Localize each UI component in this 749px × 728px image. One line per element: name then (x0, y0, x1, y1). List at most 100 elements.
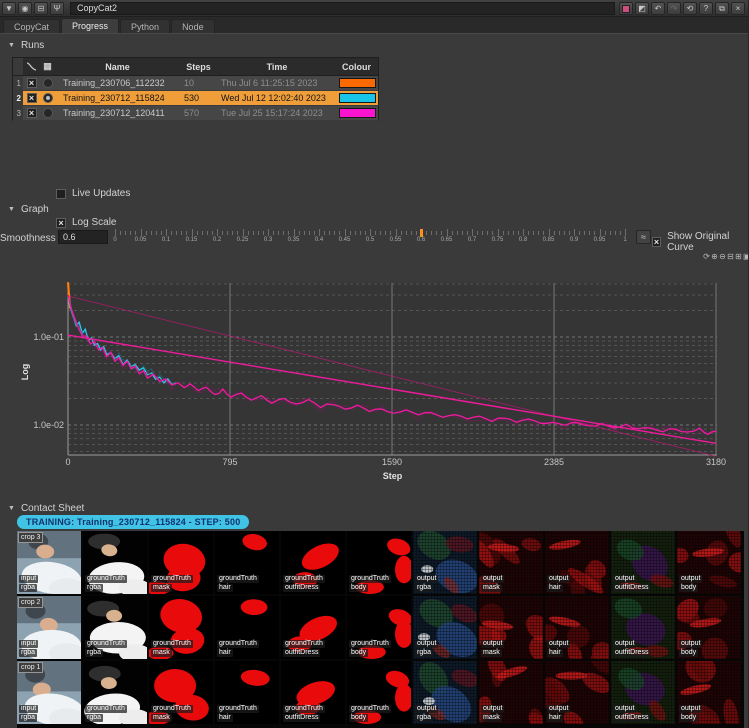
run-row-number: 1 (13, 76, 23, 90)
contact-sheet-grid: crop 3inputrgbagroundTruthrgbagroundTrut… (17, 531, 744, 728)
slider-tick (273, 231, 274, 235)
slider-tick (258, 231, 259, 235)
slider-tick (181, 231, 182, 235)
tile-channel-label: hair (217, 584, 233, 592)
sheet-tile-groundTruth-rgba: groundTruthrgba (83, 596, 147, 659)
tab-copycat[interactable]: CopyCat (3, 19, 60, 33)
node-tree-icon[interactable]: Ψ (50, 2, 64, 15)
tab-python[interactable]: Python (120, 19, 170, 33)
sheet-tile-groundTruth-outfitDress: groundTruthoutfitDress (281, 661, 345, 724)
slider-tick (192, 229, 193, 236)
revert-icon[interactable]: ⟲ (683, 2, 697, 15)
run-colour-swatch[interactable] (339, 78, 376, 88)
graph-section-header[interactable]: ▼ Graph (8, 204, 49, 215)
run-row[interactable]: 1×Training_230706_11223210Thu Jul 6 11:2… (12, 76, 379, 91)
slider-value-marker[interactable] (420, 229, 423, 237)
center-node-icon[interactable]: ◉ (18, 2, 32, 15)
sheet-tile-output-outfitDress: outputoutfitDress (611, 661, 675, 724)
sheet-tile-groundTruth-body: groundTruthbody (347, 661, 411, 724)
tile-role-label: output (679, 705, 702, 713)
dock-panel-icon[interactable]: ⊟ (34, 2, 48, 15)
zoom-out-icon[interactable]: ⊖ (719, 251, 726, 262)
contact-sheet-radio[interactable] (43, 93, 53, 103)
show-in-graph-checkbox[interactable]: × (27, 93, 37, 103)
slider-tick (457, 231, 458, 235)
tile-role-label: output (613, 705, 636, 713)
frame-all-icon[interactable]: ▣ (743, 251, 749, 262)
channels-icon[interactable]: ◩ (635, 2, 649, 15)
tile-channel-label: rgba (85, 584, 103, 592)
tile-channel-label: body (349, 714, 368, 722)
tile-role-label: groundTruth (283, 705, 325, 713)
slider-tick (283, 231, 284, 235)
run-checkbox-cell: × (23, 76, 40, 90)
run-row[interactable]: 3×Training_230712_120411570Tue Jul 25 15… (12, 106, 379, 121)
smoothness-slider[interactable]: 00.050.10.150.20.250.30.350.40.450.50.55… (110, 229, 634, 247)
column-header-name: Name (55, 58, 180, 75)
slider-tick (482, 231, 483, 235)
collapse-triangle-icon[interactable]: ▼ (8, 505, 15, 512)
slider-tick (543, 231, 544, 235)
slider-tick (370, 229, 371, 236)
node-color-swatch[interactable] (619, 2, 633, 15)
show-in-graph-checkbox[interactable]: × (27, 108, 37, 118)
sheet-tile-output-body: outputbody (677, 596, 741, 659)
slider-tick (584, 231, 585, 235)
runs-section-header[interactable]: ▼ Runs (8, 40, 44, 51)
slider-tick (334, 231, 335, 235)
show-original-curve-checkbox[interactable]: × (652, 237, 661, 247)
run-row[interactable]: 2×Training_230712_115824530Wed Jul 12 12… (12, 91, 379, 106)
fit-width-icon[interactable]: ⊟ (727, 251, 734, 262)
refresh-icon[interactable]: ⟳ (703, 251, 710, 262)
smoothness-input[interactable] (58, 230, 108, 244)
contact-sheet-radio[interactable] (43, 108, 53, 118)
slider-tick (436, 231, 437, 235)
contact-sheet-radio[interactable] (43, 78, 53, 88)
show-original-curve-label: Show Original Curve (667, 231, 748, 253)
slider-tick (299, 231, 300, 235)
show-in-graph-checkbox[interactable]: × (27, 78, 37, 88)
redo-icon[interactable]: ↷ (667, 2, 681, 15)
crop-label: crop 2 (18, 597, 43, 608)
slider-tick (222, 231, 223, 235)
slider-tick-label: 0.75 (492, 237, 504, 243)
curve-toggle-icon[interactable]: ≈ (636, 230, 651, 244)
slider-tick (416, 231, 417, 235)
slider-tick (574, 229, 575, 236)
tab-node[interactable]: Node (171, 19, 215, 33)
curve-icon (26, 61, 37, 72)
run-colour-swatch[interactable] (339, 93, 376, 103)
loss-graph[interactable]: 07951590238531801.0e-011.0e-02StepLog (0, 270, 749, 488)
slider-tick (579, 231, 580, 235)
float-panel-icon[interactable]: ⧉ (715, 2, 729, 15)
collapse-triangle-icon[interactable]: ▼ (8, 206, 15, 213)
help-icon[interactable]: ? (699, 2, 713, 15)
fit-height-icon[interactable]: ⊞ (735, 251, 742, 262)
slider-tick (288, 231, 289, 235)
slider-tick (130, 231, 131, 235)
smoothness-label: Smoothness (0, 233, 54, 244)
node-name-field[interactable]: CopyCat2 (70, 2, 615, 15)
close-icon[interactable]: × (731, 2, 745, 15)
run-colour-swatch[interactable] (339, 108, 376, 118)
zoom-in-icon[interactable]: ⊕ (711, 251, 718, 262)
slider-tick (528, 231, 529, 235)
slider-tick (426, 231, 427, 235)
tile-role-label: output (481, 640, 504, 648)
collapse-triangle-icon[interactable]: ▼ (8, 42, 15, 49)
slider-tick (380, 231, 381, 235)
run-radio-cell (40, 91, 55, 105)
sheet-tile-output-hair: outputhair (545, 596, 609, 659)
tile-role-label: groundTruth (151, 640, 193, 648)
slider-tick-label: 0.95 (594, 237, 606, 243)
live-updates-checkbox[interactable]: × (56, 189, 66, 199)
run-name: Training_230706_112232 (55, 76, 180, 90)
tile-channel-label: outfitDress (613, 584, 650, 592)
undo-icon[interactable]: ↶ (651, 2, 665, 15)
tab-progress[interactable]: Progress (61, 18, 119, 33)
log-scale-checkbox[interactable]: × (56, 218, 66, 228)
run-name: Training_230712_120411 (55, 106, 180, 120)
contact-sheet-section-header[interactable]: ▼ Contact Sheet (8, 503, 84, 514)
slider-tick-label: 0.1 (162, 237, 170, 243)
panel-menu-icon[interactable]: ▼ (2, 2, 16, 15)
